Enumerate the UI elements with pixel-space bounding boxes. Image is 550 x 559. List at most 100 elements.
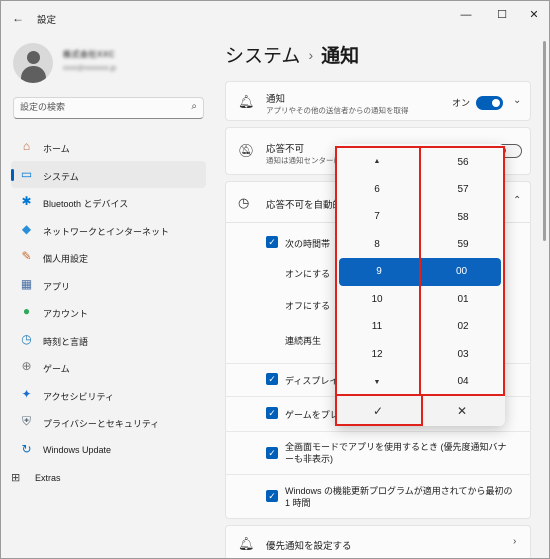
sidebar-item-icon: ▭ xyxy=(20,166,33,181)
sidebar-nav: ⌂ ホーム ▭ システム ✱ Bluetooth とデバイス ◆ ネットワークとインターネット… xyxy=(11,133,206,463)
sidebar-item-label: ゲーム xyxy=(43,364,70,374)
priority-bell-icon: 🔔︎ xyxy=(238,536,255,551)
sidebar-item-icon: ✦ xyxy=(21,386,32,401)
update-checkbox[interactable]: ✓ xyxy=(266,490,278,502)
sidebar-item[interactable]: ▦ アプリ xyxy=(11,271,206,299)
sidebar-item-icon: ▦ xyxy=(20,276,33,291)
scrollbar[interactable] xyxy=(543,41,546,241)
sidebar-item-label: プライバシーとセキュリティ xyxy=(43,419,160,429)
sidebar-item-icon: ● xyxy=(22,304,31,318)
sidebar-item-icon: ◆ xyxy=(21,221,32,236)
sidebar-item[interactable]: ↻ Windows Update xyxy=(11,436,206,464)
sidebar-item-icon: ⌂ xyxy=(22,139,31,153)
bell-snooze-icon: 🔕︎ xyxy=(238,143,255,158)
priority-notifications-card[interactable]: 🔔︎ 優先通知を設定する › xyxy=(225,525,531,558)
extras-icon: ⊞ xyxy=(11,472,21,484)
priority-title: 優先通知を設定する xyxy=(266,541,352,552)
time-option[interactable]: 02 xyxy=(421,313,505,340)
toggle-state-label: オン xyxy=(452,98,471,108)
clock-icon: ◷ xyxy=(238,195,250,210)
update-checkbox-label: Windows の機能更新プログラムが適用されてから最初の 1 時間 xyxy=(285,486,513,508)
maximize-button[interactable]: ☐ xyxy=(485,5,519,25)
search-box[interactable]: ⌕ xyxy=(13,97,204,119)
breadcrumb-parent[interactable]: システム xyxy=(225,46,300,67)
sidebar-item[interactable]: ● アカウント xyxy=(11,298,206,326)
time-option[interactable]: 8 xyxy=(335,231,419,258)
turn-on-label: オンにする xyxy=(285,269,331,279)
repeat-label: 連続再生 xyxy=(285,336,322,346)
time-option[interactable]: 56 xyxy=(421,149,505,176)
search-input[interactable] xyxy=(20,102,170,112)
time-range-checkbox[interactable]: ✓ xyxy=(266,236,278,248)
minimize-button[interactable]: — xyxy=(449,5,483,25)
selected-minute[interactable]: 00 xyxy=(422,258,501,286)
sidebar-item-extras[interactable]: ⊞ Extras xyxy=(11,467,206,491)
selected-hour[interactable]: 9 xyxy=(339,258,419,286)
avatar-body-icon xyxy=(21,66,46,83)
game-checkbox[interactable]: ✓ xyxy=(266,407,278,419)
user-email: xxxx@xxxxxxx.jp xyxy=(63,65,116,72)
fullscreen-checkbox-label: 全画面モードでアプリを使用するとき (優先度通知バナーも非表示) xyxy=(285,442,507,464)
scroll-down-arrow-icon[interactable]: ▼ xyxy=(335,379,419,386)
time-option[interactable]: 57 xyxy=(421,176,505,203)
sidebar-item[interactable]: ◆ ネットワークとインターネット xyxy=(11,216,206,244)
time-option[interactable]: 04 xyxy=(421,368,505,395)
sidebar-item-icon: ✎ xyxy=(21,249,32,263)
time-option[interactable]: 6 xyxy=(335,176,419,203)
sidebar-item[interactable]: ▭ システム xyxy=(11,160,206,188)
auto-dnd-title: 応答不可を自動的 xyxy=(266,200,343,211)
time-option[interactable]: 7 xyxy=(335,203,419,230)
time-option[interactable]: 03 xyxy=(421,341,505,368)
sidebar-item-icon: ⊕ xyxy=(21,359,32,373)
settings-window: ← 設定 — ☐ ✕ 株式会社XXC xxxx@xxxxxxx.jp ⌕ ⌂ ホー… xyxy=(0,0,550,559)
time-range-label: 次の時間帯 xyxy=(285,239,331,249)
notifications-toggle[interactable] xyxy=(476,96,503,110)
sidebar-item-label: Windows Update xyxy=(43,444,112,455)
sidebar-item-label: Extras xyxy=(35,473,61,483)
sidebar-item[interactable]: ✱ Bluetooth とデバイス xyxy=(11,188,206,216)
scroll-up-arrow-icon[interactable]: ▲ xyxy=(335,158,419,165)
breadcrumb-separator: › xyxy=(308,47,314,63)
cancel-x-button[interactable]: ✕ xyxy=(423,398,501,424)
fullscreen-checkbox[interactable]: ✓ xyxy=(266,447,278,459)
sidebar-item[interactable]: ⛨ プライバシーとセキュリティ xyxy=(11,408,206,436)
sidebar-item-icon: ⛨ xyxy=(21,414,31,428)
time-option[interactable]: 01 xyxy=(421,286,505,313)
sidebar-item-label: システム xyxy=(43,171,79,182)
title-bar: ← 設定 — ☐ ✕ xyxy=(1,1,549,33)
chevron-up-icon[interactable]: ⌃ xyxy=(513,195,521,206)
selected-time-band[interactable]: 9 00 xyxy=(339,258,501,286)
search-icon[interactable]: ⌕ xyxy=(191,101,197,112)
back-arrow-icon[interactable]: ← xyxy=(9,9,27,27)
chevron-right-icon[interactable]: › xyxy=(513,536,516,547)
sidebar-item-label: アプリ xyxy=(43,281,71,292)
time-option[interactable]: 11 xyxy=(335,313,419,340)
bell-icon: 🔔︎ xyxy=(238,94,255,109)
sidebar-item[interactable]: ⌂ ホーム xyxy=(11,133,206,161)
dnd-subtitle: 通知は通知センターに xyxy=(266,156,341,165)
dnd-title: 応答不可 xyxy=(266,144,305,155)
notifications-subtitle: アプリやその他の送信者からの通知を取得 xyxy=(266,106,409,115)
display-checkbox[interactable]: ✓ xyxy=(266,373,278,385)
page-title: 通知 xyxy=(321,46,360,67)
avatar-head-icon xyxy=(27,51,40,64)
sidebar-item-label: 時刻と言語 xyxy=(43,336,89,347)
time-option[interactable]: 10 xyxy=(335,286,419,313)
sidebar-item[interactable]: ◷ 時刻と言語 xyxy=(11,326,206,354)
sidebar-item-icon: ↻ xyxy=(21,441,32,456)
time-option[interactable]: 59 xyxy=(421,231,505,258)
time-option[interactable]: 58 xyxy=(421,204,505,231)
chevron-down-icon[interactable]: ⌄ xyxy=(513,95,521,106)
sidebar-item-label: ホーム xyxy=(43,144,70,154)
sidebar-item[interactable]: ✎ 個人用設定 xyxy=(11,243,206,271)
close-button[interactable]: ✕ xyxy=(517,5,549,25)
sidebar-item-label: 個人用設定 xyxy=(43,254,89,264)
breadcrumb: システム › 通知 xyxy=(225,41,359,68)
sidebar-item[interactable]: ✦ アクセシビリティ xyxy=(11,381,206,409)
app-title: 設定 xyxy=(37,15,57,26)
sidebar-item[interactable]: ⊕ ゲーム xyxy=(11,353,206,381)
time-option[interactable]: 12 xyxy=(335,341,419,368)
avatar[interactable] xyxy=(13,43,53,83)
accept-checkmark-button[interactable]: ✓ xyxy=(339,398,417,424)
sidebar-item-label: アクセシビリティ xyxy=(43,391,115,402)
